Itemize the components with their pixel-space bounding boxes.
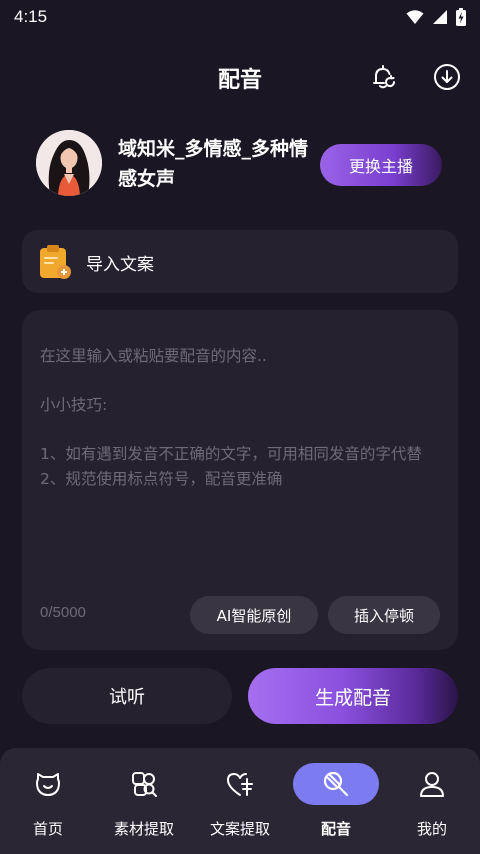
tab-home[interactable]: 首页 [0,748,96,854]
page-title: 配音 [217,68,262,93]
tip-2: 2、规范使用标点符号，配音更准确 [40,470,283,488]
import-text-label: 导入文案 [86,255,154,275]
ai-original-button[interactable]: AI智能原创 [190,596,318,634]
tips-title: 小小技巧: [40,396,108,414]
generate-dubbing-button[interactable]: 生成配音 [248,668,458,724]
tip-1: 1、如有遇到发音不正确的文字，可用相同发音的字代替 [40,445,422,463]
notification-button[interactable] [368,62,398,92]
tab-label: 文案提取 [209,820,270,838]
placeholder-line: 在这里输入或粘贴要配音的内容.. [40,347,267,365]
bottom-tab-bar: 首页 素材提取 文案提取 配音 我的 [0,748,480,854]
download-button[interactable] [432,62,462,92]
voice-avatar-icon [36,130,102,196]
status-icons [406,8,466,26]
material-extract-icon [132,772,157,797]
dubbing-text-input[interactable]: 在这里输入或粘贴要配音的内容.. 小小技巧: 1、如有遇到发音不正确的文字，可用… [22,310,458,650]
dubbing-icon [323,771,349,797]
wifi-icon [406,10,424,24]
voice-selector: 域知米_多情感_多种情感女声 更换主播 [36,130,446,200]
voice-name: 域知米_多情感_多种情感女声 [118,138,309,190]
tab-material-extract[interactable]: 素材提取 [96,748,192,854]
tab-label: 我的 [416,820,447,838]
tab-label: 配音 [320,820,351,838]
signal-icon [433,10,447,24]
text-extract-icon [227,773,253,796]
tab-profile[interactable]: 我的 [384,748,480,854]
import-text-button[interactable]: 导入文案 [22,230,458,293]
tab-text-extract[interactable]: 文案提取 [192,748,288,854]
download-circle-icon [434,64,460,90]
profile-icon [420,772,444,797]
insert-pause-button[interactable]: 插入停顿 [328,596,440,634]
tab-label: 首页 [32,820,63,838]
tab-label: 素材提取 [113,820,174,838]
header: 配音 [0,50,480,102]
avatar [36,130,102,196]
status-bar: 4:15 [0,0,480,34]
preview-listen-button[interactable]: 试听 [22,668,232,724]
char-count: 0/5000 [40,604,86,621]
editor-placeholder: 在这里输入或粘贴要配音的内容.. 小小技巧: 1、如有遇到发音不正确的文字，可用… [40,344,444,492]
clipboard-icon [40,245,71,279]
status-time: 4:15 [14,7,48,26]
bell-refresh-icon [373,65,396,89]
tab-dubbing[interactable]: 配音 [288,748,384,854]
change-voice-button[interactable]: 更换主播 [320,144,442,186]
battery-icon [456,8,466,26]
home-face-icon [36,773,60,796]
